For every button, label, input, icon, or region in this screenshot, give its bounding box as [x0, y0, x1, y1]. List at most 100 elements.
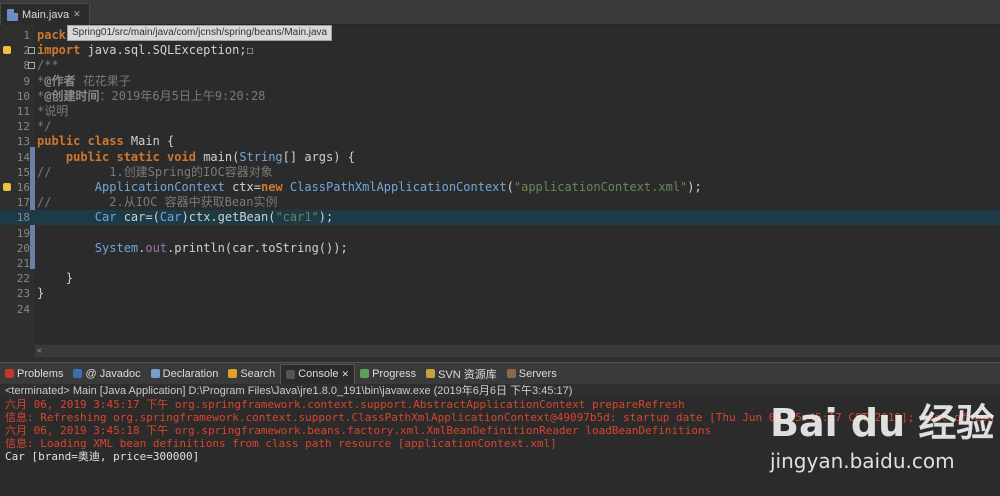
view-tab[interactable]: Search	[223, 364, 280, 383]
code-token: // 1.创建Spring的IOC容器对象	[37, 164, 273, 179]
horizontal-scrollbar[interactable]: <	[35, 345, 1000, 357]
view-tab-bar: Problems @ Javadoc Declaration Search Consol…	[0, 362, 1000, 384]
view-tab[interactable]: Console ✕	[280, 363, 356, 384]
code-line[interactable]: 8/**	[0, 58, 1000, 73]
fold-toggle-icon[interactable]	[28, 47, 35, 55]
code-line[interactable]: 15 // 1.创建Spring的IOC容器对象	[0, 165, 1000, 180]
view-tab-icon	[228, 369, 238, 378]
code-line[interactable]: 2 import java.sql.SQLException;☐	[0, 43, 1000, 58]
code-token: ClassPathXmlApplicationContext	[289, 180, 507, 194]
code-text: }	[37, 271, 73, 286]
view-tab-label: Console	[298, 368, 339, 380]
code-line[interactable]: 24	[0, 302, 1000, 317]
view-tab[interactable]: Declaration	[146, 364, 224, 383]
code-token: 花花果子	[75, 73, 131, 88]
code-line[interactable]: 21	[0, 256, 1000, 271]
code-token: @创建时间	[44, 88, 100, 103]
code-line[interactable]: 17 // 2.从IOC 容器中获取Bean实例	[0, 195, 1000, 210]
line-number: 13	[16, 135, 30, 149]
watermark-logo: Bai du 经验	[770, 401, 995, 445]
view-tab-label: Declaration	[162, 367, 219, 380]
code-token: )ctx.getBean(	[181, 210, 276, 225]
code-line[interactable]: 13 public class Main {	[0, 134, 1000, 149]
code-text: }	[37, 286, 44, 301]
editor-tab-bar: Main.java ✕	[0, 0, 1000, 25]
line-number: 17	[16, 196, 30, 210]
code-token: public class	[37, 134, 131, 149]
code-line[interactable]: 14 public static void main(String[] args…	[0, 150, 1000, 165]
view-tab-icon	[5, 369, 14, 378]
code-text: System.out.println(car.toString());	[37, 241, 348, 256]
line-number: 12	[16, 120, 30, 134]
code-token: main(	[203, 149, 240, 164]
code-token: Car	[159, 210, 182, 225]
code-line[interactable]: 11 *说明	[0, 104, 1000, 119]
view-tab-label: Search	[240, 367, 276, 380]
line-number: 11	[16, 105, 30, 118]
view-tab-icon	[150, 369, 160, 378]
code-line[interactable]: 20 System.out.println(car.toString());	[0, 241, 1000, 256]
code-line[interactable]: 12 */	[0, 119, 1000, 134]
tab-label: Main.java	[22, 8, 70, 21]
code-token: */	[37, 119, 52, 134]
code-line[interactable]: 19	[0, 226, 1000, 241]
code-text: // 1.创建Spring的IOC容器对象	[37, 165, 273, 180]
code-text: // 2.从IOC 容器中获取Bean实例	[37, 195, 278, 210]
code-text: /**	[37, 58, 59, 73]
code-token: ☐	[246, 43, 254, 58]
code-token: "applicationContext.xml"	[513, 180, 688, 194]
line-number: 23	[16, 287, 30, 301]
line-number: 15	[16, 165, 30, 179]
code-line[interactable]: 18 Car car=(Car)ctx.getBean("car1");	[0, 210, 1000, 226]
view-tab[interactable]: Progress	[355, 364, 421, 383]
code-token: ApplicationContext	[94, 180, 233, 194]
line-number: 19	[16, 226, 30, 240]
code-token: Main {	[130, 134, 175, 149]
code-line[interactable]: 9 *@作者 花花果子	[0, 74, 1000, 89]
code-text: ApplicationContext ctx=new ClassPathXmlA…	[37, 180, 702, 195]
scroll-left-icon[interactable]: <	[37, 347, 45, 355]
code-token: ：2019年6月5日上午9:20:28	[99, 88, 266, 103]
view-tab[interactable]: Problems	[0, 364, 68, 383]
code-text: pack	[37, 28, 66, 43]
view-tab-label: Problems	[17, 367, 64, 380]
close-icon[interactable]: ✕	[73, 9, 81, 20]
code-token: );	[687, 180, 702, 194]
view-tab[interactable]: SVN 资源库	[421, 364, 502, 383]
code-token: }	[37, 271, 74, 286]
warning-icon[interactable]	[3, 46, 11, 55]
code-token: @作者	[44, 73, 76, 88]
code-token: public static void	[65, 149, 204, 164]
code-token: System	[94, 240, 139, 255]
code-token: (	[506, 180, 514, 194]
code-text: *@作者 花花果子	[37, 74, 131, 89]
code-token: *说明	[37, 104, 69, 118]
view-tab[interactable]: Servers	[502, 364, 562, 383]
code-token: new	[260, 180, 290, 194]
code-editor[interactable]: 1 pack 2 import java.sql.SQLException;☐ 8/**…	[0, 25, 1000, 357]
code-text: *@创建时间：2019年6月5日上午9:20:28	[37, 89, 265, 104]
line-number: 18	[16, 211, 30, 225]
code-text: public static void main(String[] args) {	[37, 150, 355, 165]
close-icon[interactable]: ✕	[342, 369, 350, 380]
code-token: [] args) {	[282, 149, 355, 164]
code-token: // 2.从IOC 容器中获取Bean实例	[37, 195, 278, 210]
code-line[interactable]: 16 ApplicationContext ctx=new ClassPathX…	[0, 180, 1000, 195]
tab-main-java[interactable]: Main.java ✕	[0, 3, 90, 25]
code-line[interactable]: 23}	[0, 286, 1000, 301]
code-line[interactable]: 22 }	[0, 271, 1000, 286]
line-number: 21	[16, 257, 30, 270]
view-tab-icon	[73, 369, 83, 378]
code-line[interactable]: 10 *@创建时间：2019年6月5日上午9:20:28	[0, 89, 1000, 104]
code-text: import java.sql.SQLException;☐	[37, 43, 254, 58]
code-token: Car	[94, 210, 124, 225]
warning-icon[interactable]	[3, 183, 11, 191]
view-tab[interactable]: @ Javadoc	[68, 364, 145, 383]
code-token: pack	[37, 28, 66, 42]
file-path-tooltip: Spring01/src/main/java/com/jcnsh/spring/…	[67, 25, 333, 41]
fold-toggle-icon[interactable]	[28, 62, 35, 70]
